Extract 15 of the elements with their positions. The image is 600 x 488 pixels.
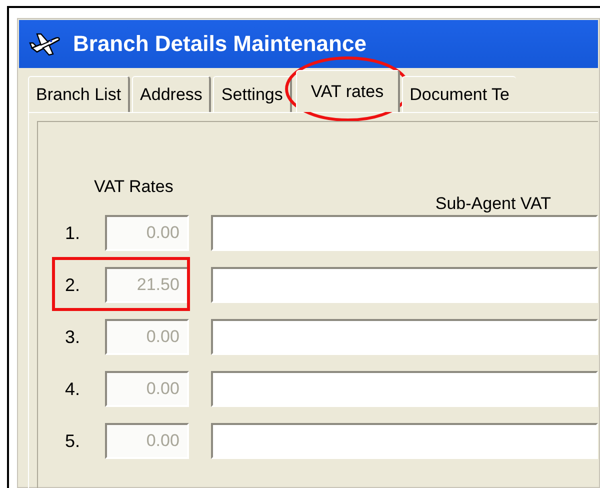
row-number: 2. xyxy=(64,274,82,296)
row-number: 5. xyxy=(64,430,82,452)
tab[interactable]: Settings xyxy=(213,76,292,112)
row-number: 3. xyxy=(64,326,82,348)
tab[interactable]: Address xyxy=(132,76,212,112)
sub-agent-vat-field[interactable] xyxy=(211,267,598,303)
window-title: Branch Details Maintenance xyxy=(73,31,366,57)
tab[interactable]: Document Te xyxy=(402,76,516,112)
tab[interactable]: VAT rates xyxy=(296,70,400,112)
vat-rates-label: VAT Rates xyxy=(94,177,174,198)
tab[interactable]: Branch List xyxy=(28,76,130,112)
sub-agent-vat-label: Sub-Agent VAT xyxy=(435,194,551,214)
row-number: 1. xyxy=(64,222,82,244)
airplane-icon xyxy=(29,31,61,57)
row-number: 4. xyxy=(64,378,82,400)
